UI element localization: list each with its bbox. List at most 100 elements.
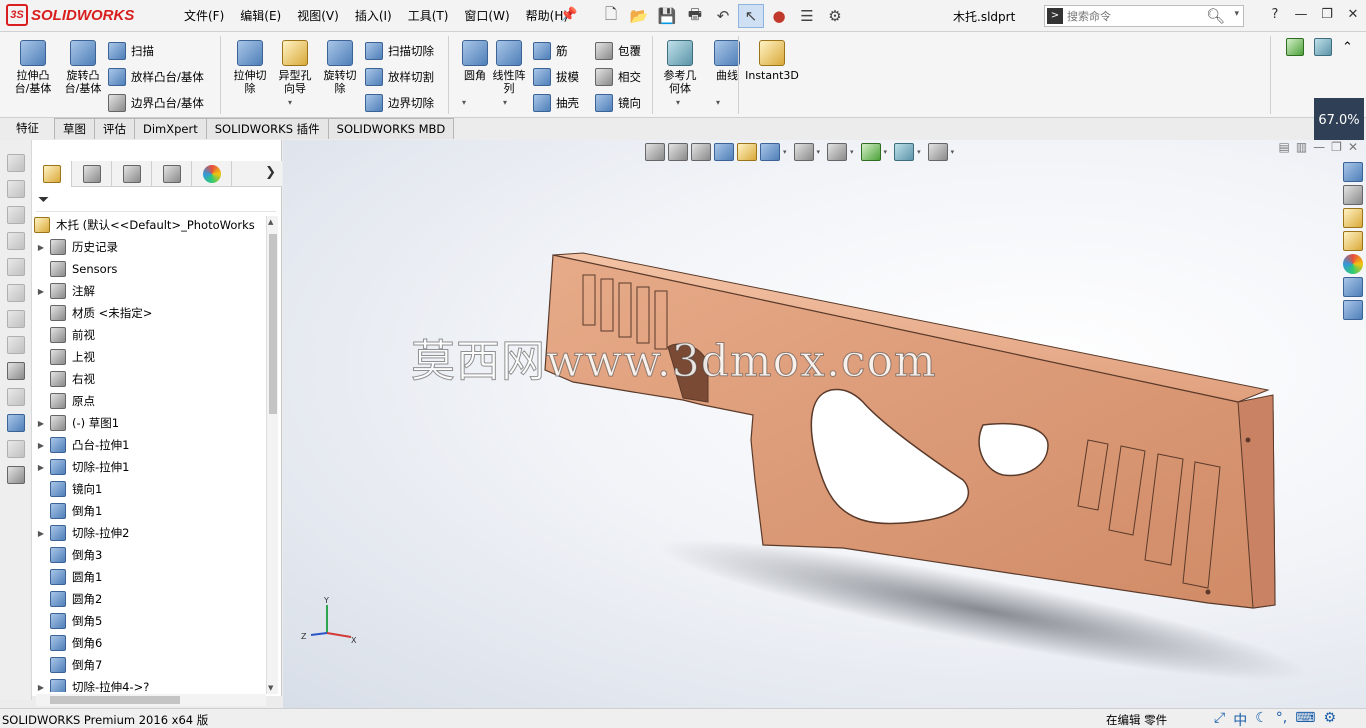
tree-item[interactable]: ▶ 切除-拉伸1 bbox=[32, 456, 268, 478]
chevron-down-icon[interactable]: ▾ bbox=[676, 98, 680, 107]
ribbon-small-button[interactable]: 扫描 bbox=[108, 40, 154, 62]
tree-item[interactable]: 材质 <未指定> bbox=[32, 302, 268, 324]
chevron-right-icon[interactable]: ❯ bbox=[265, 165, 276, 180]
tab-4[interactable]: SOLIDWORKS 插件 bbox=[205, 118, 329, 139]
file-properties-icon[interactable]: ☰ bbox=[794, 4, 820, 28]
scroll-down-icon[interactable]: ▼ bbox=[268, 684, 273, 692]
expand-arrow-icon[interactable]: ▶ bbox=[36, 243, 46, 252]
tree-item[interactable]: 倒角7 bbox=[32, 654, 268, 676]
tree-item[interactable]: 倒角1 bbox=[32, 500, 268, 522]
tree-item[interactable]: ▶ 注解 bbox=[32, 280, 268, 302]
tree-item[interactable]: ▶ (-) 草图1 bbox=[32, 412, 268, 434]
tab-display-manager[interactable] bbox=[192, 161, 232, 187]
scroll-thumb[interactable] bbox=[269, 234, 277, 414]
undo-icon[interactable]: ↶ bbox=[710, 4, 736, 28]
tab-dimxpert-manager[interactable] bbox=[152, 161, 192, 187]
spellcheck-icon[interactable] bbox=[1286, 36, 1304, 58]
sketch-tool-icon[interactable] bbox=[7, 258, 25, 276]
menu-item[interactable]: 编辑(E) bbox=[232, 7, 289, 25]
new-document-icon[interactable]: 🗋 bbox=[598, 4, 624, 28]
tree-root-part[interactable]: 木托 (默认<<Default>_PhotoWorks bbox=[32, 214, 268, 236]
extrude-cut-button[interactable]: 拉伸切 除 bbox=[225, 40, 275, 95]
ribbon-small-button[interactable]: 筋 bbox=[533, 40, 568, 62]
ribbon-small-button[interactable]: 放样切割 bbox=[365, 66, 434, 88]
expand-ribbon-icon[interactable]: ⌃ bbox=[1342, 36, 1353, 58]
menu-item[interactable]: 视图(V) bbox=[289, 7, 347, 25]
stock-part-model[interactable] bbox=[283, 140, 1366, 708]
graphics-viewport[interactable]: ▾ ▾ ▾ ▾ ▾ ▾ ▤ ▥ — ❐ ✕ 莫西网www.3dmox.com Y… bbox=[283, 140, 1366, 708]
tree-item[interactable]: ▶ 凸台-拉伸1 bbox=[32, 434, 268, 456]
tab-0[interactable]: 特征 bbox=[0, 118, 55, 139]
tree-vertical-scrollbar[interactable]: ▲ ▼ bbox=[266, 216, 278, 694]
fullscreen-icon[interactable]: ⤢ bbox=[1214, 710, 1225, 728]
tree-item[interactable]: 前视 bbox=[32, 324, 268, 346]
ribbon-small-button[interactable]: 包覆 bbox=[595, 40, 641, 62]
command-search[interactable]: > 🔍︎ ▾ bbox=[1044, 5, 1244, 27]
tab-feature-tree[interactable] bbox=[32, 161, 72, 187]
tab-property-manager[interactable] bbox=[72, 161, 112, 187]
menu-item[interactable]: 文件(F) bbox=[176, 7, 232, 25]
tree-item[interactable]: 原点 bbox=[32, 390, 268, 412]
tree-item[interactable]: 右视 bbox=[32, 368, 268, 390]
sketch-tool-icon[interactable] bbox=[7, 284, 25, 302]
expand-arrow-icon[interactable]: ▶ bbox=[36, 683, 46, 692]
expand-arrow-icon[interactable]: ▶ bbox=[36, 529, 46, 538]
ribbon-small-button[interactable]: 边界切除 bbox=[365, 92, 434, 114]
expand-arrow-icon[interactable]: ▶ bbox=[36, 463, 46, 472]
sketch-tool-icon[interactable] bbox=[7, 388, 25, 406]
rebuild-icon[interactable]: ● bbox=[766, 4, 792, 28]
menu-item[interactable]: 工具(T) bbox=[400, 7, 457, 25]
tree-item[interactable]: ▶ 历史记录 bbox=[32, 236, 268, 258]
ribbon-small-button[interactable]: 抽壳 bbox=[533, 92, 579, 114]
tree-item[interactable]: 上视 bbox=[32, 346, 268, 368]
moon-icon[interactable]: ☾ bbox=[1255, 710, 1268, 728]
tree-item[interactable]: 倒角6 bbox=[32, 632, 268, 654]
revolve-boss-button[interactable]: 旋转凸 台/基体 bbox=[58, 40, 108, 95]
tree-item[interactable]: 倒角5 bbox=[32, 610, 268, 632]
sketch-tool-icon[interactable] bbox=[7, 180, 25, 198]
tab-3[interactable]: DimXpert bbox=[134, 118, 207, 139]
search-input[interactable] bbox=[1067, 8, 1217, 24]
ribbon-small-button[interactable]: 相交 bbox=[595, 66, 641, 88]
ribbon-small-button[interactable]: 放样凸台/基体 bbox=[108, 66, 204, 88]
tree-item[interactable]: Sensors bbox=[32, 258, 268, 280]
tree-item[interactable]: 倒角3 bbox=[32, 544, 268, 566]
revolve-cut-button[interactable]: 旋转切 除 bbox=[315, 40, 365, 95]
chevron-down-icon[interactable]: ▾ bbox=[503, 98, 507, 107]
tree-item[interactable]: ▶ 切除-拉伸2 bbox=[32, 522, 268, 544]
sketch-tool-icon[interactable] bbox=[7, 440, 25, 458]
scroll-thumb[interactable] bbox=[50, 696, 180, 704]
menu-item[interactable]: 窗口(W) bbox=[456, 7, 517, 25]
keyboard-icon[interactable]: ⌨ bbox=[1295, 710, 1315, 728]
tab-configuration-manager[interactable] bbox=[112, 161, 152, 187]
help-icon[interactable]: ? bbox=[1262, 3, 1288, 27]
open-document-icon[interactable]: 📂 bbox=[626, 4, 652, 28]
expand-arrow-icon[interactable]: ▶ bbox=[36, 287, 46, 296]
menu-item[interactable]: 插入(I) bbox=[347, 7, 400, 25]
instant3d-button[interactable]: Instant3D bbox=[742, 40, 802, 82]
sketch-tool-icon[interactable] bbox=[7, 336, 25, 354]
sketch-tool-icon[interactable] bbox=[7, 466, 25, 484]
minimize-button[interactable]: — bbox=[1288, 3, 1314, 27]
chevron-down-icon[interactable]: ▾ bbox=[462, 98, 466, 107]
measure-icon[interactable] bbox=[1314, 36, 1332, 58]
tree-horizontal-scrollbar[interactable] bbox=[36, 694, 266, 706]
punctuation-icon[interactable]: °, bbox=[1276, 710, 1287, 728]
solidworks-logo[interactable]: 3S SOLIDWORKS bbox=[6, 4, 156, 28]
sketch-tool-icon[interactable] bbox=[7, 206, 25, 224]
sketch-tool-icon[interactable] bbox=[7, 232, 25, 250]
sketch-tool-icon[interactable] bbox=[7, 310, 25, 328]
pin-icon[interactable]: 📌 bbox=[560, 7, 577, 23]
chevron-down-icon[interactable]: ▾ bbox=[716, 98, 720, 107]
scroll-up-icon[interactable]: ▲ bbox=[268, 218, 273, 226]
close-button[interactable]: ✕ bbox=[1340, 3, 1366, 27]
expand-arrow-icon[interactable]: ▶ bbox=[36, 441, 46, 450]
sketch-tool-icon[interactable] bbox=[7, 414, 25, 432]
tree-item[interactable]: 圆角2 bbox=[32, 588, 268, 610]
options-gear-icon[interactable]: ⚙ bbox=[822, 4, 848, 28]
tree-item[interactable]: 镜向1 bbox=[32, 478, 268, 500]
ribbon-small-button[interactable]: 扫描切除 bbox=[365, 40, 434, 62]
sketch-tool-icon[interactable] bbox=[7, 362, 25, 380]
ribbon-small-button[interactable]: 边界凸台/基体 bbox=[108, 92, 204, 114]
extrude-boss-button[interactable]: 拉伸凸 台/基体 bbox=[8, 40, 58, 95]
